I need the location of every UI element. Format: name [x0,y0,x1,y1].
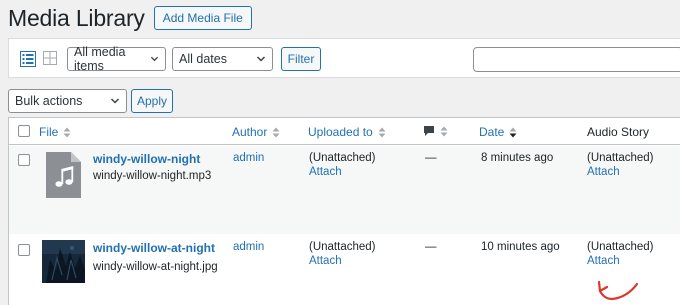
chevron-down-icon [110,98,120,104]
attach-link[interactable]: Attach [309,166,342,178]
column-file-label: File [39,125,59,139]
column-uploaded-to[interactable]: Uploaded to [308,125,386,139]
column-date[interactable]: Date [479,125,517,139]
add-media-file-button[interactable]: Add Media File [153,6,252,30]
media-type-select[interactable]: All media items [67,45,166,73]
list-view-icon[interactable] [20,51,36,67]
audio-story-attach-link[interactable]: Attach [587,255,620,267]
media-type-select-value: All media items [74,45,126,73]
sort-icon [63,127,71,137]
audio-file-thumbnail[interactable] [46,152,81,198]
table-row: windy-willow-night windy-willow-night.mp… [9,146,680,234]
sort-desc-icon [509,127,517,137]
date-value: 10 minutes ago [481,241,560,253]
audio-story-attach-link[interactable]: Attach [587,166,620,178]
media-title-link[interactable]: windy-willow-at-night [93,241,215,255]
filter-button[interactable]: Filter [281,47,321,71]
column-comments[interactable] [423,125,448,137]
select-all-checkbox[interactable] [18,125,30,137]
column-audio-story: Audio Story [587,125,649,139]
page-title: Media Library [8,4,145,31]
attach-link[interactable]: Attach [309,255,342,267]
chevron-down-icon [256,56,266,62]
author-link[interactable]: admin [233,152,264,164]
page-header: Media Library Add Media File [8,5,252,31]
column-date-label: Date [479,125,505,139]
uploaded-to-status: (Unattached) [309,152,376,164]
red-arrow-icon [597,280,639,301]
audio-story-status: (Unattached) [587,241,654,253]
table-row: windy-willow-at-night windy-willow-at-ni… [9,234,680,305]
media-filename: windy-willow-night.mp3 [93,170,212,182]
search-input[interactable] [473,47,680,72]
sort-icon [272,127,280,137]
comments-count: — [425,152,437,164]
media-filter-bar: All media items All dates Filter [8,38,680,78]
bulk-actions-value: Bulk actions [15,94,83,108]
table-header: File Author Uploaded to Date Audio Story [9,118,680,145]
column-audio-story-label: Audio Story [587,125,650,139]
date-select-value: All dates [179,52,227,66]
comment-bubble-icon [424,126,434,136]
image-thumbnail[interactable] [42,240,85,283]
author-link[interactable]: admin [233,241,264,253]
chevron-down-icon [150,56,159,62]
date-value: 8 minutes ago [481,152,554,164]
audio-story-status: (Unattached) [587,152,654,164]
media-title-link[interactable]: windy-willow-night [93,152,200,166]
uploaded-to-status: (Unattached) [309,241,376,253]
column-author-label: Author [232,125,268,139]
sort-icon [378,127,386,137]
row-checkbox[interactable] [18,244,30,256]
media-filename: windy-willow-at-night.jpg [93,261,218,273]
media-table: File Author Uploaded to Date Audio Story [8,117,680,305]
sort-icon [440,126,448,136]
column-file[interactable]: File [39,125,71,139]
bulk-actions-select[interactable]: Bulk actions [8,89,127,113]
column-author[interactable]: Author [232,125,280,139]
row-checkbox[interactable] [18,154,30,166]
column-uploaded-to-label: Uploaded to [308,125,373,139]
comments-count: — [425,241,437,253]
grid-view-icon[interactable] [43,51,57,65]
apply-button[interactable]: Apply [131,89,173,113]
date-select[interactable]: All dates [172,47,273,71]
